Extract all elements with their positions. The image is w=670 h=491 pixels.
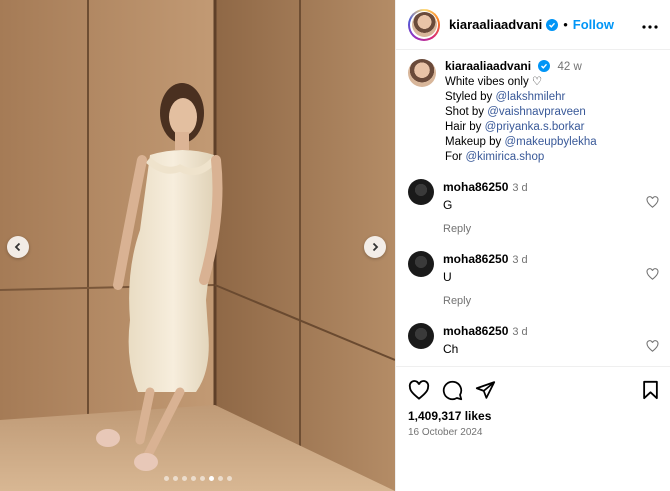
caption-prefix: Styled by: [445, 91, 496, 103]
comment-text: G: [443, 198, 453, 212]
post-actions: 1,409,317 likes 16 October 2024: [396, 366, 670, 438]
commenter-avatar[interactable]: [408, 251, 434, 277]
share-icon[interactable]: [475, 380, 496, 400]
carousel-dot: [163, 476, 169, 481]
caption-prefix: Hair by: [445, 121, 485, 133]
reply-button[interactable]: Reply: [443, 221, 643, 237]
more-options-icon[interactable]: [642, 16, 658, 34]
author-username[interactable]: kiaraaliaadvani: [449, 17, 542, 32]
post-caption: kiaraaliaadvani 42 w White vibes only ♡ …: [408, 59, 659, 165]
carousel-dot: [181, 476, 187, 481]
carousel-dot: [190, 476, 196, 481]
header-separator: •: [563, 17, 568, 32]
post-date: 16 October 2024: [408, 427, 483, 438]
commenter-username[interactable]: moha86250: [443, 324, 508, 338]
commenter-avatar[interactable]: [408, 323, 434, 349]
commenter-username[interactable]: moha86250: [443, 180, 508, 194]
comment-time: 3 d: [512, 326, 528, 338]
comment-time: 3 d: [512, 254, 528, 266]
caption-avatar[interactable]: [408, 59, 436, 87]
caption-time: 42 w: [557, 61, 582, 73]
post-media[interactable]: [0, 0, 395, 491]
commenter-username[interactable]: moha86250: [443, 252, 508, 266]
mention-link[interactable]: @lakshmilehr: [496, 91, 566, 103]
caption-prefix: Shot by: [445, 106, 488, 118]
mention-link[interactable]: @kimirica.shop: [465, 151, 544, 163]
comment-text: Ch: [443, 342, 459, 356]
caption-prefix: Makeup by: [445, 136, 505, 148]
commenter-avatar[interactable]: [408, 179, 434, 205]
heart-icon[interactable]: [646, 267, 659, 285]
carousel-next-button[interactable]: [364, 236, 386, 258]
mention-link[interactable]: @priyanka.s.borkar: [485, 121, 585, 133]
caption-text: White vibes only ♡: [445, 76, 543, 88]
comment-time: 3 d: [512, 182, 528, 194]
comment-item: moha86250 3 d Ch: [408, 323, 659, 357]
post-photo: [0, 0, 395, 491]
comment-text: U: [443, 270, 452, 284]
comment-item: moha86250 3 d U Reply: [408, 251, 659, 309]
comment-icon[interactable]: [442, 380, 463, 401]
heart-icon[interactable]: [408, 380, 430, 400]
mention-link[interactable]: @makeupbylekha: [504, 136, 596, 148]
reply-button[interactable]: Reply: [443, 293, 643, 309]
carousel-prev-button[interactable]: [7, 236, 29, 258]
post-details-panel: kiaraaliaadvani • Follow kiaraaliaadvani…: [395, 0, 670, 491]
chevron-right-icon: [372, 242, 379, 252]
comments-feed[interactable]: kiaraaliaadvani 42 w White vibes only ♡ …: [396, 51, 670, 365]
verified-icon: [538, 60, 551, 72]
heart-icon[interactable]: [646, 195, 659, 213]
carousel-dot: [199, 476, 205, 481]
verified-icon: [546, 18, 559, 31]
heart-icon[interactable]: [646, 339, 659, 357]
carousel-dot: [172, 476, 178, 481]
like-count[interactable]: 1,409,317 likes: [408, 409, 659, 423]
comment-item: moha86250 3 d G Reply: [408, 179, 659, 237]
post-header: kiaraaliaadvani • Follow: [396, 0, 670, 50]
carousel-dot: [208, 476, 214, 481]
carousel-dot: [217, 476, 223, 481]
chevron-left-icon: [14, 242, 21, 252]
follow-button[interactable]: Follow: [573, 17, 614, 32]
author-avatar[interactable]: [408, 8, 440, 41]
bookmark-icon[interactable]: [642, 380, 659, 400]
mention-link[interactable]: @vaishnavpraveen: [487, 106, 586, 118]
carousel-indicator: [0, 476, 395, 481]
caption-prefix: For: [445, 151, 466, 163]
carousel-dot: [226, 476, 232, 481]
caption-username[interactable]: kiaraaliaadvani: [445, 59, 531, 73]
